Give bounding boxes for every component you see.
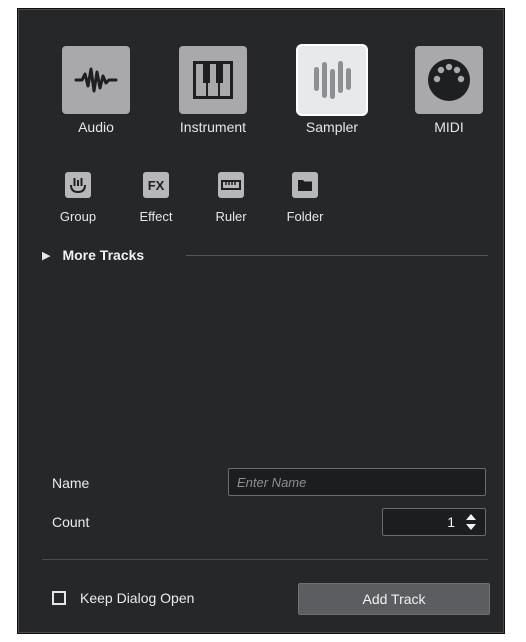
piano-keys-icon (193, 61, 233, 99)
keep-dialog-open-checkbox[interactable] (52, 591, 66, 605)
keep-dialog-open-label: Keep Dialog Open (80, 590, 195, 606)
fx-icon: FX (147, 177, 165, 193)
up-down-stepper-icon[interactable] (465, 513, 477, 531)
track-type-instrument-label: Instrument (179, 119, 247, 135)
track-type-effect[interactable]: FX (143, 172, 169, 198)
track-type-ruler-label: Ruler (215, 209, 247, 224)
track-type-audio-label: Audio (78, 119, 114, 135)
track-type-effect-label: Effect (139, 209, 173, 224)
track-type-group[interactable] (65, 172, 91, 198)
track-type-group-label: Group (59, 209, 97, 224)
add-track-button[interactable]: Add Track (298, 583, 490, 615)
group-icon (70, 178, 86, 194)
midi-connector-icon (428, 59, 470, 101)
sampler-bars-icon (314, 61, 351, 99)
track-type-midi-label: MIDI (434, 119, 464, 135)
track-type-folder-label: Folder (286, 209, 324, 224)
track-type-instrument[interactable] (179, 46, 247, 114)
track-type-audio[interactable] (62, 46, 130, 114)
more-tracks-toggle[interactable]: ▶ More Tracks (42, 245, 144, 265)
track-type-ruler[interactable] (218, 172, 244, 198)
add-track-dialog: Audio Instrument Sampler MIDI Group FX E… (17, 8, 505, 634)
footer-divider (42, 559, 488, 560)
name-input[interactable] (228, 468, 486, 496)
track-type-sampler[interactable] (298, 46, 366, 114)
count-value: 1 (447, 514, 455, 530)
count-field[interactable]: 1 (382, 508, 486, 536)
more-tracks-label: More Tracks (62, 247, 145, 263)
name-label: Name (52, 475, 90, 491)
track-type-sampler-label: Sampler (305, 119, 359, 135)
track-type-midi[interactable] (415, 46, 483, 114)
audio-waveform-icon (74, 67, 118, 93)
more-tracks-divider (186, 255, 488, 256)
expand-triangle-icon: ▶ (42, 249, 51, 262)
count-label: Count (52, 514, 90, 530)
folder-icon (298, 180, 312, 191)
ruler-icon (221, 180, 241, 190)
track-type-folder[interactable] (292, 172, 318, 198)
